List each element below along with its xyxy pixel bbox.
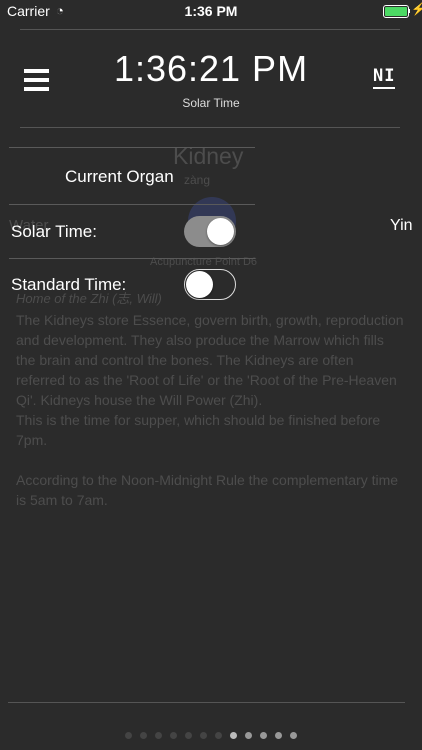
rule-text: According to the Noon-Midnight Rule the … [16,472,399,508]
current-organ-title[interactable]: Current Organ [65,167,174,187]
battery-tip [408,9,410,13]
page-dot[interactable] [215,732,222,739]
supper-text: This is the time for supper, which shoul… [16,412,381,448]
page-dot[interactable] [185,732,192,739]
page-indicator[interactable] [0,726,422,744]
page-dot[interactable] [290,732,297,739]
page-dot[interactable] [275,732,282,739]
status-time: 1:36 PM [184,3,238,19]
description-text: The Kidneys store Essence, govern birth,… [16,312,404,408]
page-dot[interactable] [125,732,132,739]
page-dot[interactable] [200,732,207,739]
battery-icon [383,5,409,18]
page-dot[interactable] [140,732,147,739]
solar-time-toggle[interactable] [184,216,236,247]
ni-button[interactable]: NI [373,66,396,89]
panel-divider-lower [9,258,255,259]
page-dot[interactable] [260,732,267,739]
bottom-divider [8,702,405,703]
organ-pinyin: zàng [184,173,211,187]
charging-icon: ⚡ [411,2,422,16]
panel-divider-mid [9,204,255,205]
status-bar: Carrier ◔ 1:36 PM ⚡ [0,0,422,22]
current-time: 1:36:21 PM [113,48,309,89]
panel-divider-top [9,147,255,148]
page-dot[interactable] [245,732,252,739]
standard-time-toggle[interactable] [184,269,236,300]
header-divider [20,127,400,128]
solar-time-label: Solar Time: [11,222,97,241]
yin-yang-label: Yin [390,217,413,234]
page-dot[interactable] [170,732,177,739]
page-dot[interactable] [155,732,162,739]
page-dot[interactable] [230,732,237,739]
time-caption: Solar Time [182,96,240,110]
top-divider [20,29,400,30]
standard-time-label: Standard Time: [11,275,127,294]
organ-description: The Kidneys store Essence, govern birth,… [16,310,406,510]
